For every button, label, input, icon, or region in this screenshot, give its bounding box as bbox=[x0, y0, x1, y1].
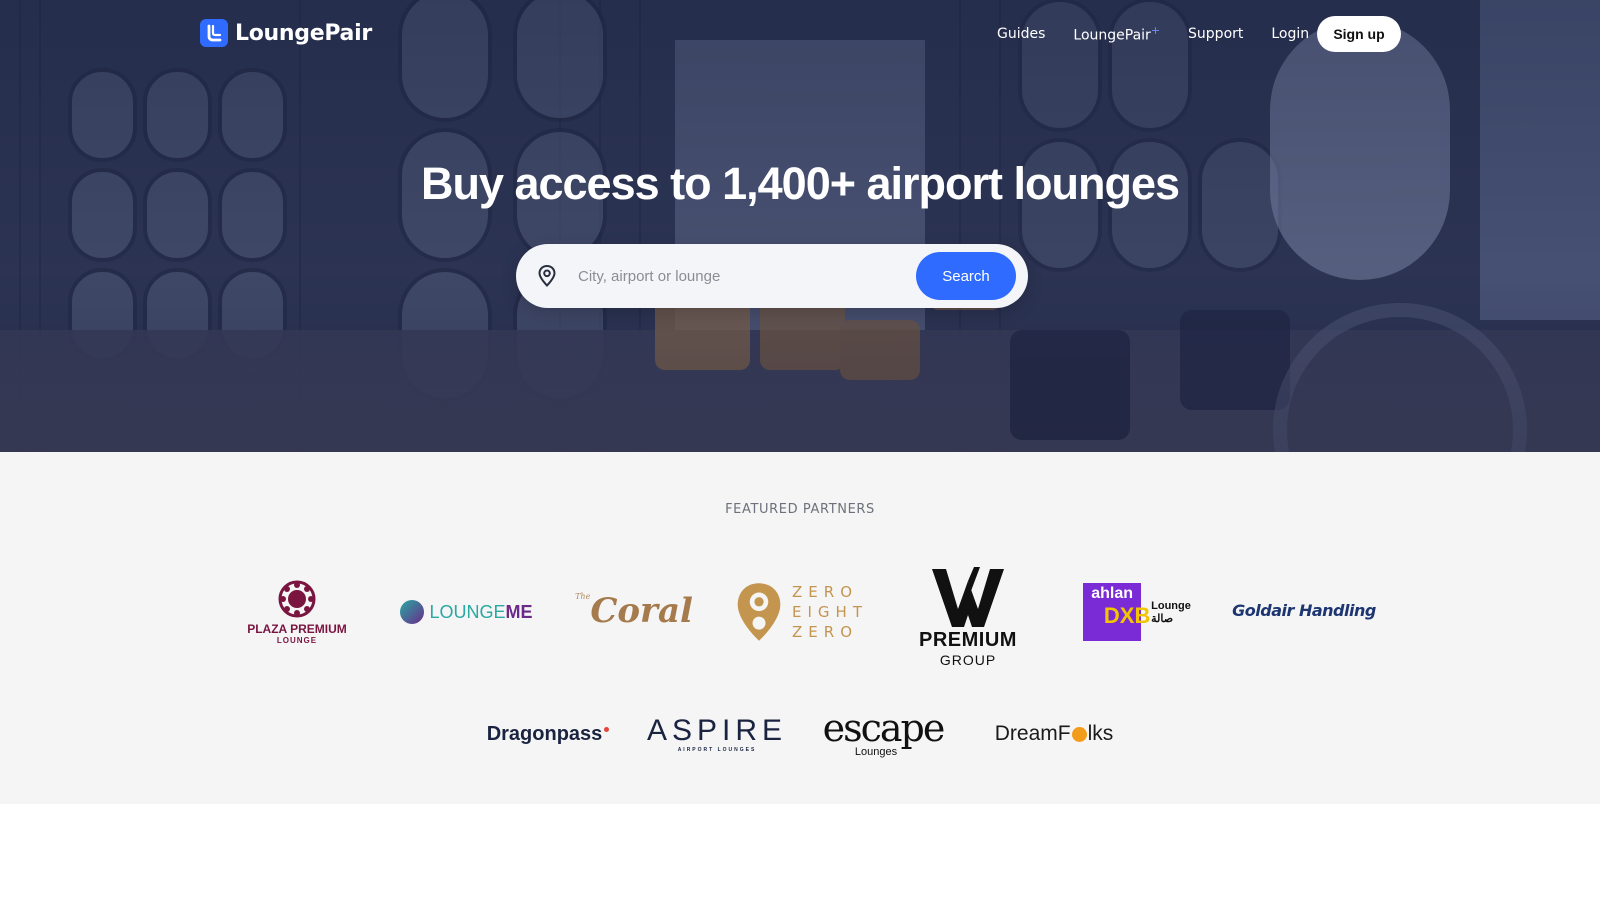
zero-eight-zero-line2: EIGHT bbox=[792, 603, 868, 621]
dreamfolks-text-b: F bbox=[1057, 722, 1071, 745]
page-footer-blank bbox=[0, 804, 1600, 900]
loungeme-text-b: ME bbox=[505, 601, 533, 622]
dreamfolks-sun-icon bbox=[1071, 726, 1087, 742]
aspire-sub: AIRPORT LOUNGES bbox=[677, 747, 757, 753]
nav-link-login[interactable]: Login bbox=[1271, 26, 1309, 42]
loungeme-text-a: LOUNGE bbox=[429, 601, 506, 622]
partner-logo-ahlan-dxb: ahlan DXB Lounge صالة bbox=[1076, 580, 1198, 644]
ahlan-badge: ahlan DXB bbox=[1083, 583, 1150, 641]
zero-eight-zero-text: ZERO EIGHT ZERO bbox=[792, 582, 868, 642]
hero-overlay bbox=[0, 0, 1600, 452]
plaza-premium-sub: LOUNGE bbox=[276, 635, 318, 645]
dragonpass-dot-icon bbox=[604, 726, 610, 732]
plaza-premium-name: PLAZA PREMIUM bbox=[247, 621, 347, 636]
escape-sub: Lounges bbox=[854, 746, 898, 758]
search-bar: Search bbox=[516, 244, 1028, 308]
signup-button[interactable]: Sign up bbox=[1317, 16, 1401, 52]
ahlan-text: ahlan bbox=[1091, 585, 1134, 602]
zero-eight-zero-line1: ZERO bbox=[792, 583, 859, 601]
partner-logo-plaza-premium: PLAZA PREMIUM LOUNGE bbox=[232, 576, 362, 648]
nav-links: Guides LoungePair+ Support Login bbox=[997, 24, 1337, 44]
search-input[interactable] bbox=[578, 260, 898, 292]
partner-logo-zero-eight-zero: ZERO EIGHT ZERO bbox=[734, 576, 868, 648]
ahlan-dxb-text: DXB bbox=[1103, 603, 1151, 628]
coral-small-text: The bbox=[575, 592, 591, 601]
premium-group-line1: PREMIUM bbox=[919, 628, 1017, 651]
nav-link-loungepair-plus[interactable]: LoungePair+ bbox=[1073, 24, 1160, 44]
premium-group-line2: GROUP bbox=[939, 651, 997, 668]
featured-partners-section: FEATURED PARTNERS PLAZA PREMIUM LOUNGE L… bbox=[0, 452, 1600, 804]
partner-logo-dragonpass: Dragonpass bbox=[478, 714, 618, 754]
coral-text: Coral bbox=[590, 591, 693, 631]
partner-logo-aspire: ASPIRE AIRPORT LOUNGES bbox=[646, 712, 788, 756]
plaza-premium-emblem-icon bbox=[278, 580, 316, 617]
escape-text: escape bbox=[822, 706, 946, 750]
ahlan-lounge-ar: صالة bbox=[1151, 612, 1174, 625]
nav-link-guides[interactable]: Guides bbox=[997, 26, 1045, 42]
hero-section: LoungePair Guides LoungePair+ Support Lo… bbox=[0, 0, 1600, 452]
brand-logo[interactable]: LoungePair bbox=[200, 19, 372, 47]
dreamfolks-text-c: lks bbox=[1087, 722, 1114, 745]
brand-name: LoungePair bbox=[235, 20, 372, 46]
partner-logo-premium-group: PREMIUM GROUP bbox=[908, 556, 1028, 674]
ahlan-lounge-en: Lounge bbox=[1151, 599, 1191, 612]
hero-title: Buy access to 1,400+ airport lounges bbox=[420, 158, 1180, 209]
dreamfolks-text-a: Dream bbox=[994, 722, 1058, 745]
featured-partners-heading: FEATURED PARTNERS bbox=[725, 502, 875, 517]
zero-eight-zero-emblem-icon bbox=[737, 583, 781, 641]
partner-logo-coral: The Coral bbox=[575, 588, 693, 634]
loungeme-globe-icon bbox=[400, 600, 425, 624]
premium-group-w-icon bbox=[932, 566, 1004, 627]
ahlan-lounge-labels: Lounge صالة bbox=[1151, 600, 1191, 625]
brand-logo-icon bbox=[200, 19, 228, 47]
dragonpass-text: Dragonpass bbox=[486, 722, 603, 745]
top-navbar: LoungePair Guides LoungePair+ Support Lo… bbox=[0, 0, 1600, 66]
partner-logo-goldair-handling: Goldair Handling bbox=[1232, 590, 1376, 630]
location-pin-icon bbox=[538, 264, 556, 287]
partner-logo-loungeme: LOUNGE ME bbox=[396, 594, 536, 630]
nav-link-support[interactable]: Support bbox=[1188, 26, 1243, 42]
zero-eight-zero-line3: ZERO bbox=[792, 623, 859, 641]
partner-logo-escape: escape Lounges bbox=[818, 708, 948, 760]
plus-icon: + bbox=[1150, 24, 1161, 37]
aspire-text: ASPIRE bbox=[646, 714, 788, 747]
partner-logo-dreamfolks: Dream F lks bbox=[986, 716, 1122, 752]
goldair-text: Goldair Handling bbox=[1232, 600, 1376, 620]
nav-link-loungepair-label: LoungePair bbox=[1073, 27, 1151, 44]
search-button[interactable]: Search bbox=[916, 252, 1016, 300]
